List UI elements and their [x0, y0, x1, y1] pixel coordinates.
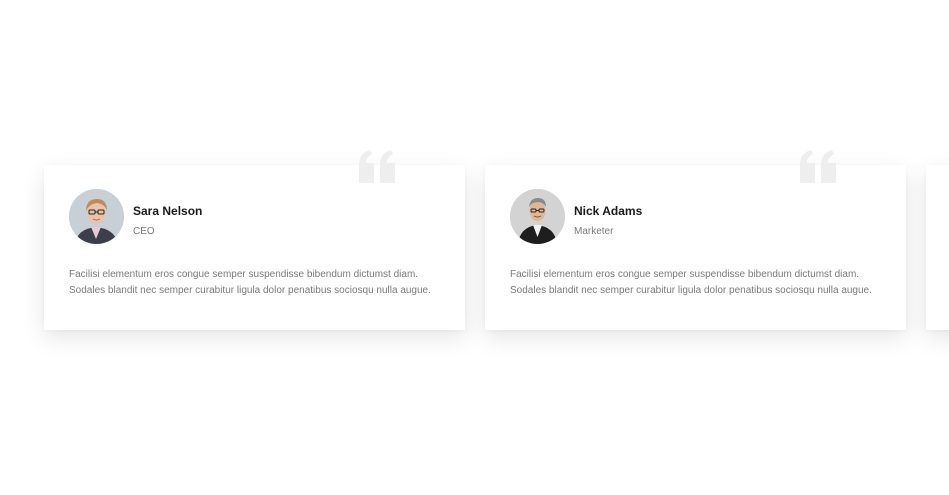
quote-icon	[800, 150, 836, 183]
testimonial-role: CEO	[133, 226, 155, 237]
testimonial-carousel: Sara Nelson CEO Facilisi elementum eros …	[0, 0, 949, 495]
testimonial-card-partial	[926, 165, 949, 330]
quote-icon	[359, 150, 395, 183]
avatar	[510, 189, 565, 244]
testimonial-name: Nick Adams	[574, 204, 643, 218]
testimonial-text: Facilisi elementum eros congue semper su…	[69, 269, 431, 296]
testimonial-card: Sara Nelson CEO Facilisi elementum eros …	[44, 150, 465, 330]
testimonial-text: Facilisi elementum eros congue semper su…	[510, 269, 872, 296]
avatar	[69, 189, 124, 244]
testimonial-name: Sara Nelson	[133, 204, 203, 218]
testimonial-card: Nick Adams Marketer Facilisi elementum e…	[485, 150, 906, 330]
testimonial-role: Marketer	[574, 226, 614, 237]
